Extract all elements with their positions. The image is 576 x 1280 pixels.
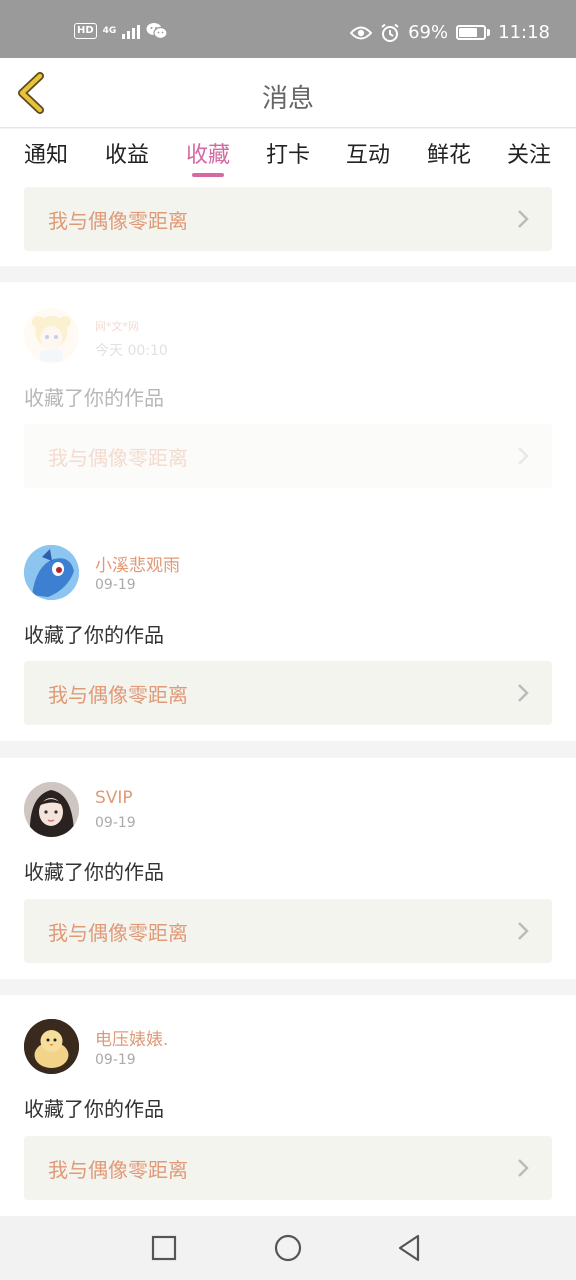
tab-flowers[interactable]: 鲜花 bbox=[419, 137, 479, 169]
signal-icon bbox=[122, 23, 141, 39]
wechat-icon bbox=[146, 23, 168, 40]
avatar[interactable] bbox=[24, 782, 79, 837]
chevron-right-icon bbox=[518, 922, 529, 940]
avatar[interactable] bbox=[24, 1019, 79, 1074]
list-item: 网*文*网 今天 00:10 收藏了你的作品 我与偶像零距离 bbox=[0, 282, 576, 520]
home-icon[interactable] bbox=[272, 1232, 304, 1264]
chevron-right-icon bbox=[518, 684, 529, 702]
work-title: 我与偶像零距离 bbox=[48, 446, 188, 470]
tab-interaction[interactable]: 互动 bbox=[338, 137, 398, 169]
work-link[interactable]: 我与偶像零距离 bbox=[24, 424, 552, 488]
chevron-right-icon bbox=[518, 447, 529, 465]
tab-notifications[interactable]: 通知 bbox=[16, 137, 76, 169]
username[interactable]: SVIP bbox=[95, 788, 133, 808]
hd-icon: HD bbox=[74, 23, 97, 39]
activity-text: 收藏了你的作品 bbox=[24, 623, 164, 647]
chevron-right-icon bbox=[518, 210, 529, 228]
timestamp: 今天 00:10 bbox=[95, 343, 168, 359]
alarm-icon bbox=[381, 23, 399, 42]
list-item: 小溪悲观雨 09-19 收藏了你的作品 我与偶像零距离 bbox=[0, 520, 576, 741]
list-item: SVIP 09-19 收藏了你的作品 我与偶像零距离 bbox=[0, 758, 576, 979]
activity-text: 收藏了你的作品 bbox=[24, 1097, 164, 1121]
timestamp: 09-19 bbox=[95, 577, 136, 593]
list-item: 我与偶像零距离 bbox=[0, 181, 576, 266]
work-title: 我与偶像零距离 bbox=[48, 1158, 188, 1182]
clock: 11:18 bbox=[498, 22, 550, 43]
username[interactable]: 电压婊婊. bbox=[95, 1025, 168, 1050]
system-nav-bar bbox=[0, 1216, 576, 1280]
tab-follow[interactable]: 关注 bbox=[499, 137, 559, 169]
work-title: 我与偶像零距离 bbox=[48, 209, 188, 233]
back-icon[interactable] bbox=[394, 1232, 426, 1264]
avatar[interactable] bbox=[24, 545, 79, 600]
activity-text: 收藏了你的作品 bbox=[24, 860, 164, 884]
avatar[interactable] bbox=[24, 308, 79, 363]
app-header: 消息 bbox=[0, 58, 576, 128]
network-type: 4G bbox=[102, 25, 117, 36]
tab-checkin[interactable]: 打卡 bbox=[258, 137, 318, 169]
active-tab-indicator bbox=[192, 173, 224, 177]
username[interactable]: 小溪悲观雨 bbox=[95, 551, 180, 576]
eye-icon bbox=[350, 26, 373, 39]
timestamp: 09-19 bbox=[95, 815, 136, 831]
activity-text: 收藏了你的作品 bbox=[24, 386, 164, 410]
timestamp: 09-19 bbox=[95, 1052, 136, 1068]
tab-favorites[interactable]: 收藏 bbox=[178, 137, 238, 169]
tab-bar: 通知 收益 收藏 打卡 互动 鲜花 关注 bbox=[0, 129, 576, 181]
work-link[interactable]: 我与偶像零距离 bbox=[24, 899, 552, 963]
username[interactable]: 网*文*网 bbox=[95, 318, 139, 334]
tab-earnings[interactable]: 收益 bbox=[97, 137, 157, 169]
work-link[interactable]: 我与偶像零距离 bbox=[24, 1136, 552, 1200]
battery-percent: 69% bbox=[408, 22, 449, 43]
work-title: 我与偶像零距离 bbox=[48, 683, 188, 707]
list-item: 电压婊婊. 09-19 收藏了你的作品 我与偶像零距离 bbox=[0, 995, 576, 1216]
work-link[interactable]: 我与偶像零距离 bbox=[24, 661, 552, 725]
battery-icon bbox=[456, 25, 491, 40]
recent-apps-icon[interactable] bbox=[148, 1232, 180, 1264]
page-title: 消息 bbox=[261, 84, 314, 114]
status-bar: HD 4G 69% 11:18 bbox=[0, 0, 576, 58]
work-link[interactable]: 我与偶像零距离 bbox=[24, 187, 552, 251]
work-title: 我与偶像零距离 bbox=[48, 921, 188, 945]
chevron-right-icon bbox=[518, 1159, 529, 1177]
